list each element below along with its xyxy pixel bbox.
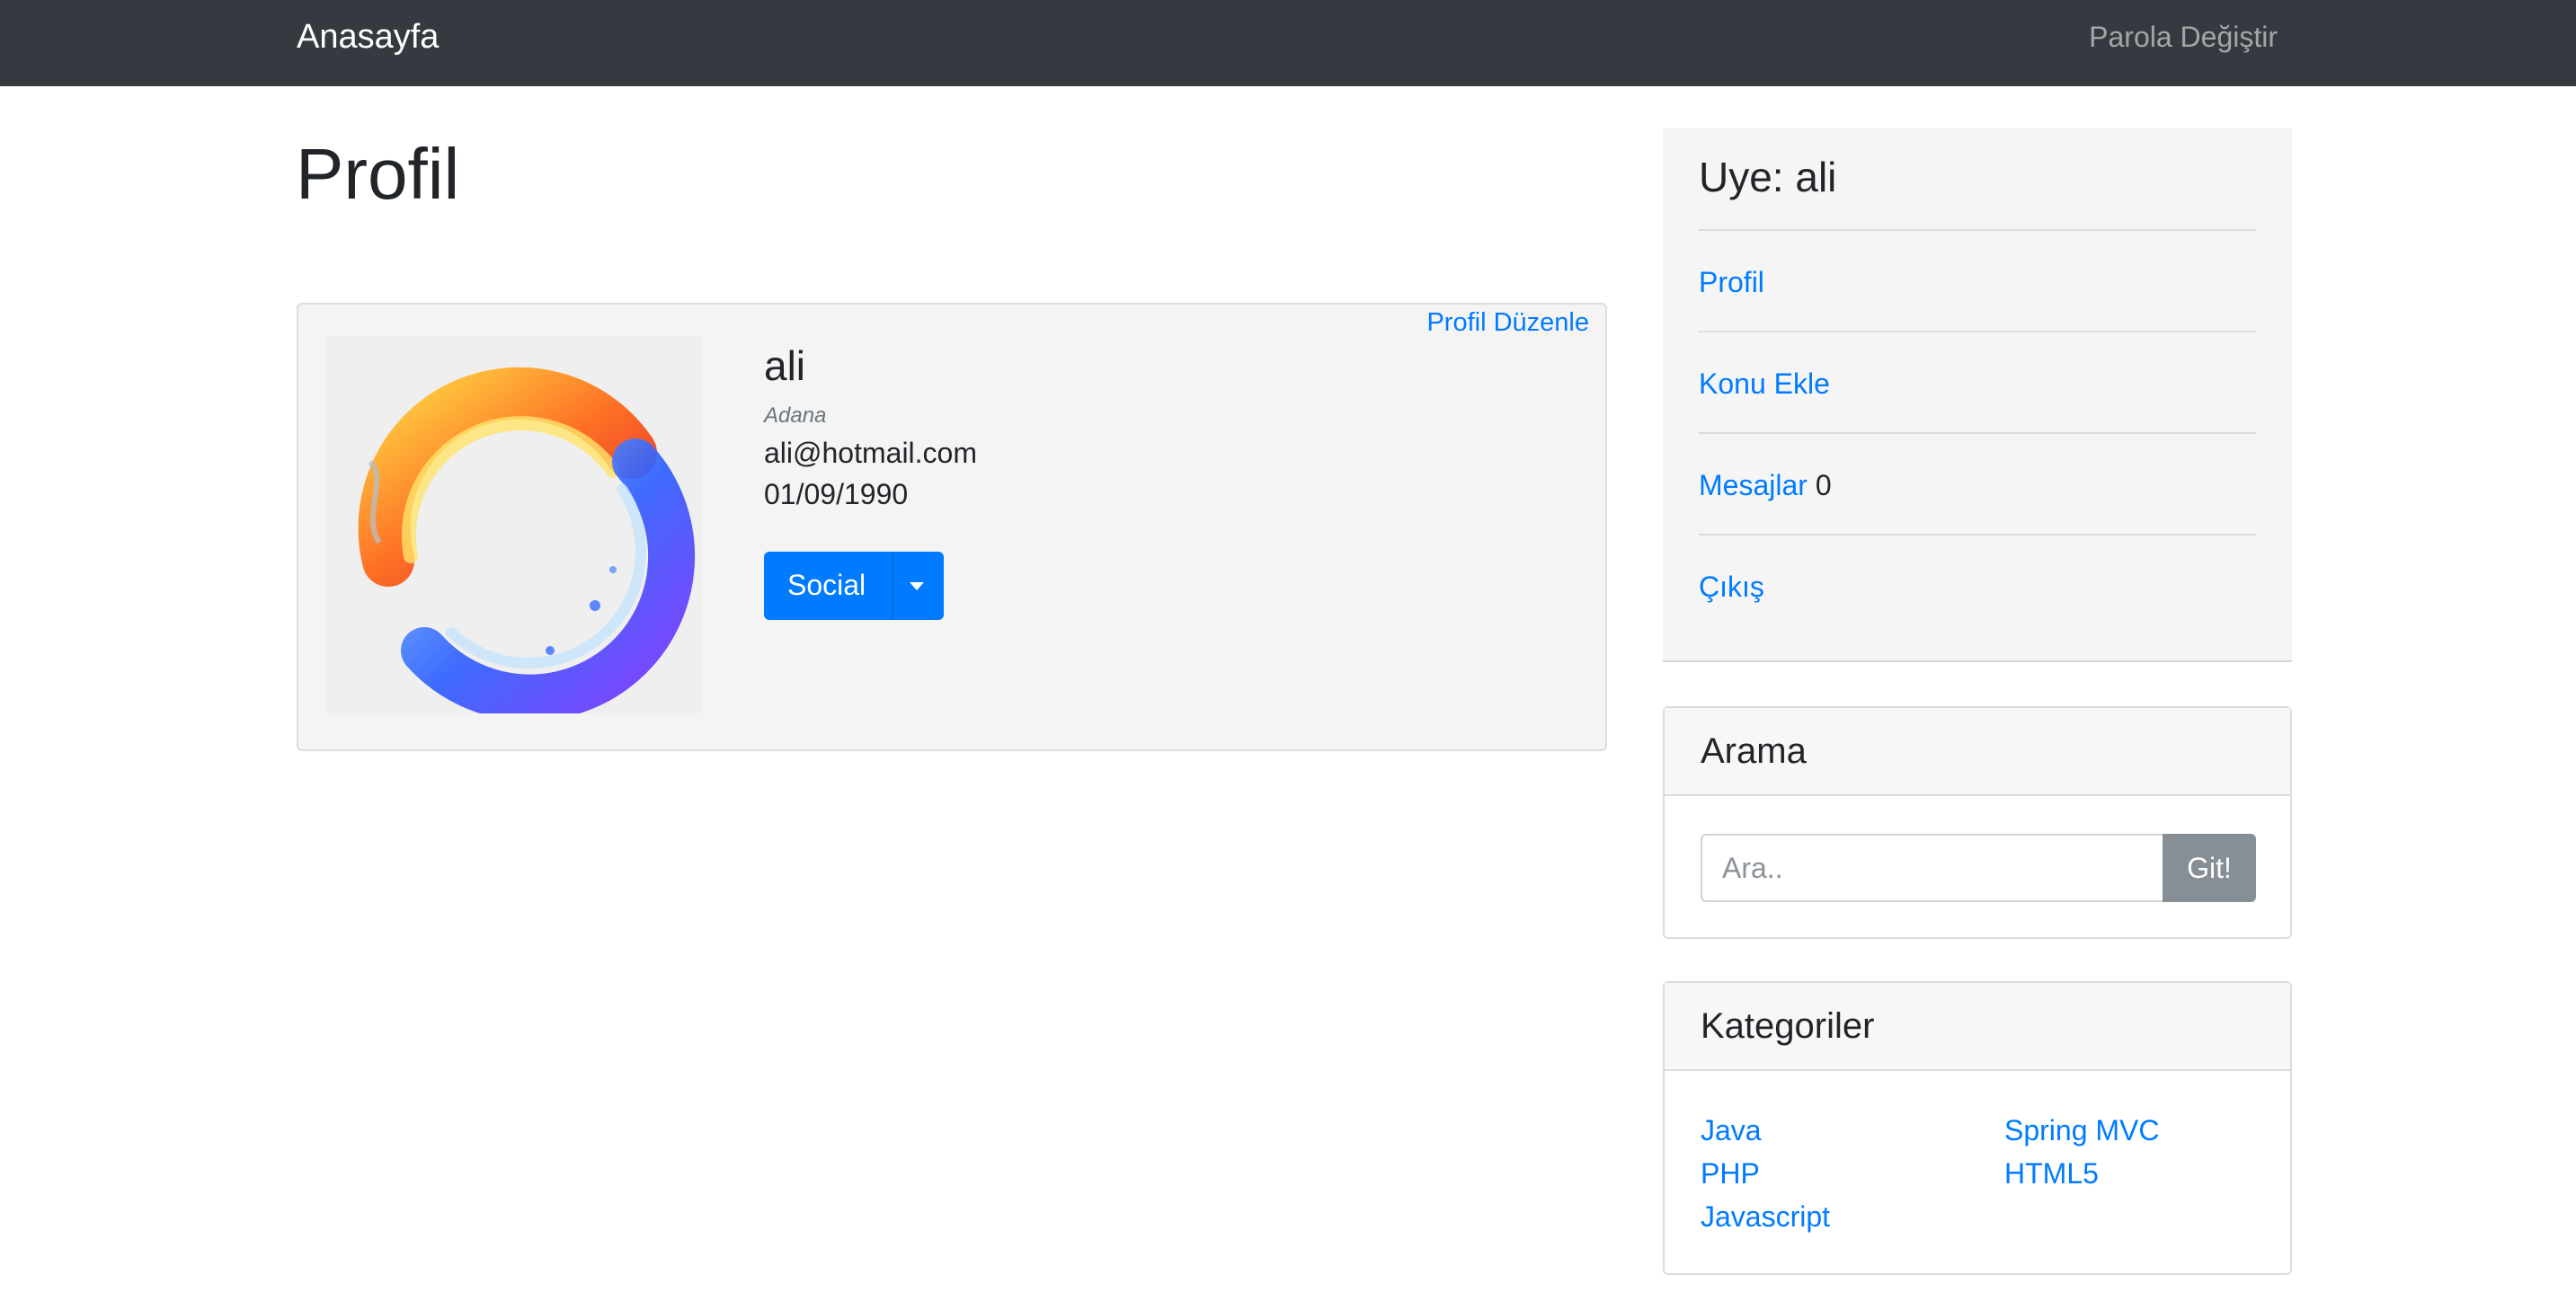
profile-city: Adana: [764, 403, 827, 428]
profile-email: ali@hotmail.com: [764, 437, 977, 469]
search-card-title: Arama: [1665, 708, 2290, 796]
avatar: [325, 336, 703, 713]
messages-link[interactable]: Mesajlar: [1699, 469, 1808, 501]
profile-birth-date: 01/09/1990: [764, 478, 909, 510]
social-dropdown-button[interactable]: Social: [764, 552, 944, 620]
member-menu-item: Profil: [1699, 229, 2256, 331]
add-topic-link[interactable]: Konu Ekle: [1699, 367, 1830, 400]
page-title: Profil: [296, 134, 460, 214]
profile-link[interactable]: Profil: [1699, 266, 1764, 298]
messages-count: 0: [1815, 469, 1832, 501]
logout-link[interactable]: Çıkış: [1699, 571, 1764, 603]
category-link[interactable]: PHP: [1701, 1152, 1830, 1195]
search-button[interactable]: Git!: [2163, 834, 2256, 902]
brand-home-link[interactable]: Anasayfa: [297, 16, 439, 58]
member-menu-item: Çıkış: [1699, 534, 2256, 635]
category-list-right: Spring MVC HTML5: [2004, 1109, 2160, 1195]
category-list-left: Java PHP Javascript: [1701, 1109, 1830, 1238]
change-password-link[interactable]: Parola Değiştir: [2089, 18, 2278, 56]
member-title: Uye: ali: [1699, 154, 1837, 200]
caret-down-icon[interactable]: [910, 582, 924, 590]
avatar-swirl-image: [358, 367, 696, 713]
profile-card: Profil Düzenle ali Adana ali@hotmail.com…: [297, 303, 1607, 751]
profile-info: ali Adana ali@hotmail.com 01/09/1990: [764, 341, 977, 515]
category-link[interactable]: Java: [1701, 1109, 1830, 1152]
member-menu-item: Mesajlar 0: [1699, 432, 2256, 534]
category-link[interactable]: HTML5: [2004, 1152, 2160, 1195]
categories-card: Kategoriler Java PHP Javascript Spring M…: [1663, 981, 2292, 1275]
category-link[interactable]: Javascript: [1701, 1195, 1830, 1238]
category-link[interactable]: Spring MVC: [2004, 1109, 2160, 1152]
member-menu: Profil Konu Ekle Mesajlar 0 Çıkış: [1699, 229, 2256, 635]
top-navbar: Anasayfa Parola Değiştir: [0, 0, 2576, 86]
search-input[interactable]: [1701, 834, 2163, 902]
profile-name: ali: [764, 342, 806, 389]
member-panel: Uye: ali Profil Konu Ekle Mesajlar 0 Çık…: [1663, 128, 2292, 662]
categories-card-title: Kategoriler: [1665, 983, 2290, 1071]
split-divider: [892, 552, 893, 620]
member-menu-item: Konu Ekle: [1699, 331, 2256, 432]
search-card: Arama Git!: [1663, 706, 2292, 939]
social-button-label: Social: [787, 569, 866, 601]
edit-profile-link[interactable]: Profil Düzenle: [1426, 305, 1589, 341]
